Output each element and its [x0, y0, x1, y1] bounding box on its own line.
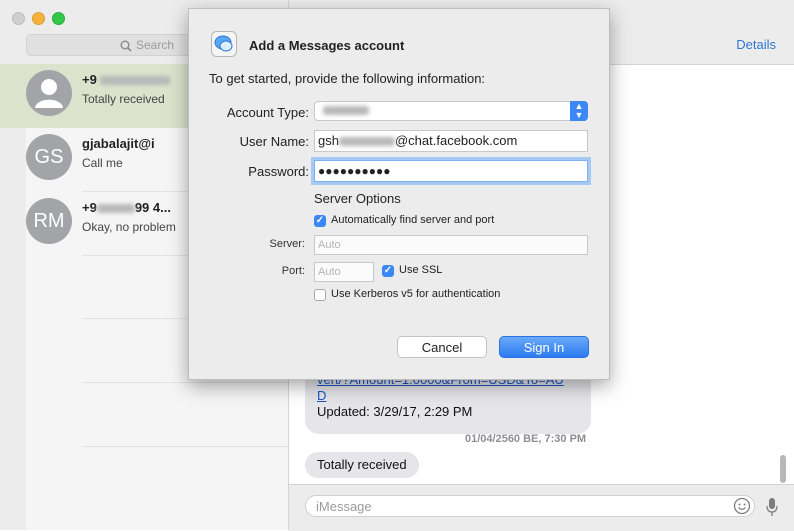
- search-placeholder: Search: [135, 38, 175, 52]
- dialog-title: Add a Messages account: [249, 38, 405, 53]
- port-field[interactable]: Auto: [314, 262, 374, 282]
- person-icon: [35, 79, 63, 108]
- server-field[interactable]: Auto: [314, 235, 588, 255]
- updated-text: Updated: 3/29/17, 2:29 PM: [317, 404, 473, 419]
- message-input[interactable]: iMessage: [305, 495, 755, 517]
- close-window-button[interactable]: [12, 12, 25, 25]
- details-button[interactable]: Details: [736, 37, 776, 52]
- add-account-dialog: Add a Messages account To get started, p…: [188, 8, 610, 380]
- use-ssl-label: Use SSL: [399, 264, 443, 276]
- conversation-name: +9 99 4...: [82, 200, 171, 215]
- server-label: Server:: [269, 238, 305, 250]
- minimize-window-button[interactable]: [32, 12, 45, 25]
- avatar: GS: [26, 134, 72, 180]
- conversation-preview: Okay, no problem: [82, 220, 176, 234]
- search-icon: [120, 40, 132, 52]
- compose-bar: iMessage: [289, 484, 794, 531]
- user-name-label: User Name:: [239, 134, 309, 149]
- avatar: [26, 70, 72, 116]
- messages-app-icon: [211, 31, 237, 57]
- server-placeholder: Auto: [318, 239, 341, 251]
- conversation-preview: Totally received: [82, 92, 165, 106]
- row-divider: [82, 382, 288, 383]
- zoom-window-button[interactable]: [52, 12, 65, 25]
- chevron-updown-icon: ▲ ▼: [570, 101, 588, 121]
- password-label: Password:: [248, 164, 309, 179]
- emoji-icon[interactable]: [733, 497, 751, 515]
- port-placeholder: Auto: [318, 266, 341, 278]
- microphone-icon[interactable]: [765, 497, 779, 517]
- conversation-name: gjabalajit@i: [82, 136, 155, 151]
- messages-window: Search +9 Totally received GS gjabalajit…: [0, 0, 794, 531]
- auto-find-checkbox[interactable]: ✓: [314, 215, 326, 227]
- message-text: Totally received: [317, 457, 407, 472]
- message-timestamp: 01/04/2560 BE, 7:30 PM: [465, 433, 587, 445]
- server-options-heading: Server Options: [314, 191, 401, 206]
- account-type-label: Account Type:: [226, 105, 309, 120]
- message-bubble: Totally received: [305, 452, 419, 478]
- dialog-intro: To get started, provide the following in…: [209, 71, 486, 86]
- conversation-name: +9: [82, 72, 171, 87]
- port-label: Port:: [281, 265, 305, 277]
- use-ssl-checkbox[interactable]: ✓: [382, 265, 394, 277]
- avatar: RM: [26, 198, 72, 244]
- account-type-select[interactable]: ▲ ▼: [314, 101, 588, 121]
- password-field[interactable]: ●●●●●●●●●●: [314, 160, 588, 182]
- conversation-preview: Call me: [82, 156, 123, 170]
- auto-find-label: Automatically find server and port: [331, 214, 495, 226]
- scrollbar[interactable]: [780, 455, 786, 483]
- sign-in-button[interactable]: Sign In: [499, 336, 589, 358]
- kerberos-checkbox[interactable]: [314, 289, 326, 301]
- kerberos-label: Use Kerberos v5 for authentication: [331, 288, 501, 300]
- row-divider: [82, 446, 288, 447]
- user-name-field[interactable]: gsh @chat.facebook.com: [314, 130, 588, 152]
- cancel-button[interactable]: Cancel: [397, 336, 487, 358]
